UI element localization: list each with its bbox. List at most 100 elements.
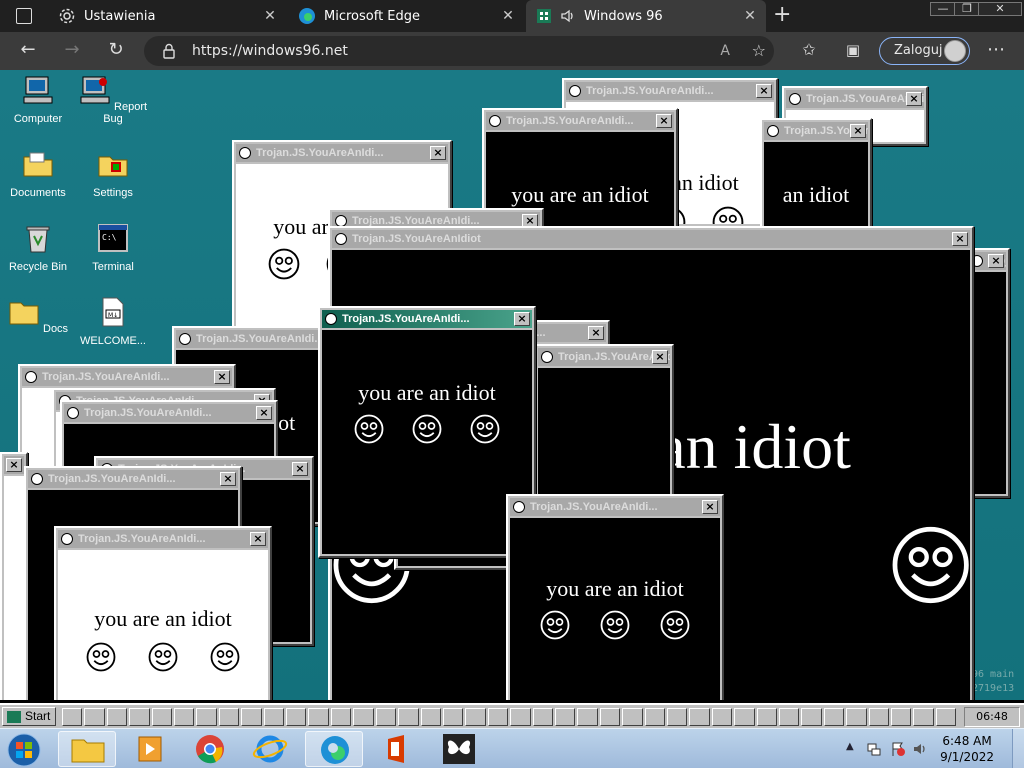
taskbar-window-button[interactable] xyxy=(823,708,845,726)
popup-close-button[interactable]: × xyxy=(702,500,718,514)
taskbar-window-button[interactable] xyxy=(420,708,441,726)
minimize-button[interactable]: — xyxy=(930,2,956,16)
taskbar-window-button[interactable] xyxy=(62,708,83,726)
taskbar-window-button[interactable] xyxy=(689,708,710,726)
popup-title-bar[interactable]: Trojan.JS.YouAreAnIdi... xyxy=(786,90,924,108)
taskbar-explorer[interactable] xyxy=(58,731,116,767)
popup-close-button[interactable]: × xyxy=(250,532,266,546)
refresh-button[interactable]: ↻ xyxy=(104,40,128,60)
taskbar-window-button[interactable] xyxy=(599,708,621,726)
volume-icon[interactable] xyxy=(912,741,928,757)
popup-close-button[interactable]: × xyxy=(256,406,272,420)
taskbar-window-button[interactable] xyxy=(353,708,374,726)
popup-title-bar[interactable]: Trojan.JS.YouAreAnIdi... xyxy=(566,82,774,100)
popup-close-button[interactable]: × xyxy=(988,254,1004,268)
popup-close-button[interactable]: × xyxy=(656,114,672,128)
taskbar-window-button[interactable] xyxy=(129,708,150,726)
popup-title-bar[interactable]: Trojan.JS.YouAreAnIdi... xyxy=(64,404,274,422)
sign-in-button[interactable]: Zaloguj xyxy=(879,37,970,65)
popup-title-bar[interactable]: Trojan.JS.YouAreAnIdiot xyxy=(332,230,970,248)
settings-more-icon[interactable]: ⋯ xyxy=(984,40,1008,60)
taskbar-window-button[interactable] xyxy=(151,708,173,726)
tab-microsoft-edge[interactable]: Microsoft Edge ✕ xyxy=(288,0,524,32)
taskbar-window-button[interactable] xyxy=(442,708,464,726)
taskbar-edge[interactable] xyxy=(305,731,363,767)
taskbar-window-button[interactable] xyxy=(218,708,240,726)
taskbar-window-button[interactable] xyxy=(554,708,576,726)
read-aloud-icon[interactable]: A xyxy=(720,36,730,66)
popup-title-bar[interactable]: Trojan.JS.YouAreAnIdi... xyxy=(510,498,720,516)
taskbar-internet-explorer[interactable] xyxy=(241,731,299,767)
taskbar-chrome[interactable] xyxy=(181,731,239,767)
start-button[interactable]: Start xyxy=(2,707,56,726)
taskbar-window-button[interactable] xyxy=(666,708,688,726)
taskbar-window-button[interactable] xyxy=(510,708,531,726)
popup-close-button[interactable]: × xyxy=(292,462,308,476)
network-icon[interactable] xyxy=(866,741,882,757)
taskbar-window-button[interactable] xyxy=(532,708,553,726)
taskbar-window-button[interactable] xyxy=(779,708,800,726)
taskbar-window-button[interactable] xyxy=(801,708,822,726)
speaker-icon[interactable] xyxy=(560,8,576,24)
popup-title-bar[interactable]: Trojan.JS.YouAreAnIdi... xyxy=(322,310,532,328)
taskbar-window-button[interactable] xyxy=(174,708,195,726)
tab-settings[interactable]: Ustawienia ✕ xyxy=(48,0,286,32)
tab-actions-icon[interactable] xyxy=(16,8,32,24)
popup-close-button[interactable]: × xyxy=(214,370,230,384)
address-bar[interactable]: https://windows96.net A ☆ xyxy=(144,36,774,66)
desktop-icon-documents[interactable]: Documents xyxy=(2,148,74,199)
taskbar-window-button[interactable] xyxy=(622,708,643,726)
taskbar-window-button[interactable] xyxy=(286,708,307,726)
popup-close-button[interactable]: × xyxy=(906,92,922,106)
tab-close-button[interactable]: ✕ xyxy=(742,8,758,24)
taskbar-window-button[interactable] xyxy=(846,708,867,726)
show-desktop-button[interactable] xyxy=(1012,729,1024,768)
popup-close-button[interactable]: × xyxy=(652,350,668,364)
windows-start-orb-icon[interactable] xyxy=(4,731,44,768)
popup-title-bar[interactable]: Trojan.JS.YouAreAnIdi... xyxy=(538,348,670,366)
taskbar-window-button[interactable] xyxy=(263,708,285,726)
taskbar-window-button[interactable] xyxy=(756,708,777,726)
new-tab-button[interactable]: + xyxy=(773,4,791,26)
close-window-button[interactable]: ✕ xyxy=(978,2,1022,16)
taskbar-window-button[interactable] xyxy=(330,708,352,726)
popup-close-button[interactable]: × xyxy=(588,326,604,340)
popup-title-bar[interactable]: Trojan.JS.YouAreAnIdi... xyxy=(486,112,674,130)
taskbar-window-button[interactable] xyxy=(577,708,598,726)
restore-button[interactable]: ❐ xyxy=(954,2,980,16)
tray-expand-icon[interactable]: ▲ xyxy=(846,741,854,752)
taskbar-window-button[interactable] xyxy=(465,708,486,726)
desktop-icon-recycle-bin[interactable]: Recycle Bin xyxy=(2,222,74,273)
taskbar-window-button[interactable] xyxy=(196,708,217,726)
system-clock[interactable]: 6:48 AM 9/1/2022 xyxy=(940,733,994,765)
taskbar-window-button[interactable] xyxy=(375,708,397,726)
desktop-icon-terminal[interactable]: C:\ Terminal xyxy=(77,222,149,273)
taskbar-window-button[interactable] xyxy=(241,708,262,726)
collections-icon[interactable]: ▣ xyxy=(841,40,865,60)
popup-window[interactable]: Trojan.JS.YouAreAnIdi... × you are an idio… xyxy=(506,494,724,700)
popup-window[interactable]: Trojan.JS.YouAreAnIdi... × you are an idio… xyxy=(318,306,536,558)
popup-close-button[interactable]: × xyxy=(514,312,530,326)
taskbar-app[interactable] xyxy=(430,731,488,767)
popup-close-button[interactable]: × xyxy=(220,472,236,486)
taskbar-window-button[interactable] xyxy=(644,708,665,726)
popup-title-bar[interactable]: Trojan.JS.YouAreAnIdi... xyxy=(58,530,268,548)
popup-title-bar[interactable]: Trojan.JS.YouAreAnIdi... xyxy=(236,144,448,162)
flag-warning-icon[interactable] xyxy=(890,741,906,757)
favorite-add-icon[interactable]: ☆ xyxy=(752,36,766,66)
taskbar-office[interactable] xyxy=(367,731,425,767)
taskbar-window-button[interactable] xyxy=(398,708,419,726)
tab-close-button[interactable]: ✕ xyxy=(500,8,516,24)
tab-close-button[interactable]: ✕ xyxy=(262,8,278,24)
popup-close-button[interactable]: × xyxy=(6,458,22,472)
popup-close-button[interactable]: × xyxy=(850,124,866,138)
taskbar-window-button[interactable] xyxy=(106,708,128,726)
back-button[interactable]: ← xyxy=(16,40,40,60)
popup-close-button[interactable]: × xyxy=(952,232,968,246)
taskbar-window-button[interactable] xyxy=(868,708,890,726)
forward-button[interactable]: → xyxy=(60,40,84,60)
taskbar-window-button[interactable] xyxy=(308,708,329,726)
popup-title-bar[interactable]: Trojan.JS.YouAreAnIdi... xyxy=(28,470,238,488)
desktop-icon-docs[interactable]: Docs xyxy=(2,296,74,335)
taskbar-window-button[interactable] xyxy=(84,708,105,726)
